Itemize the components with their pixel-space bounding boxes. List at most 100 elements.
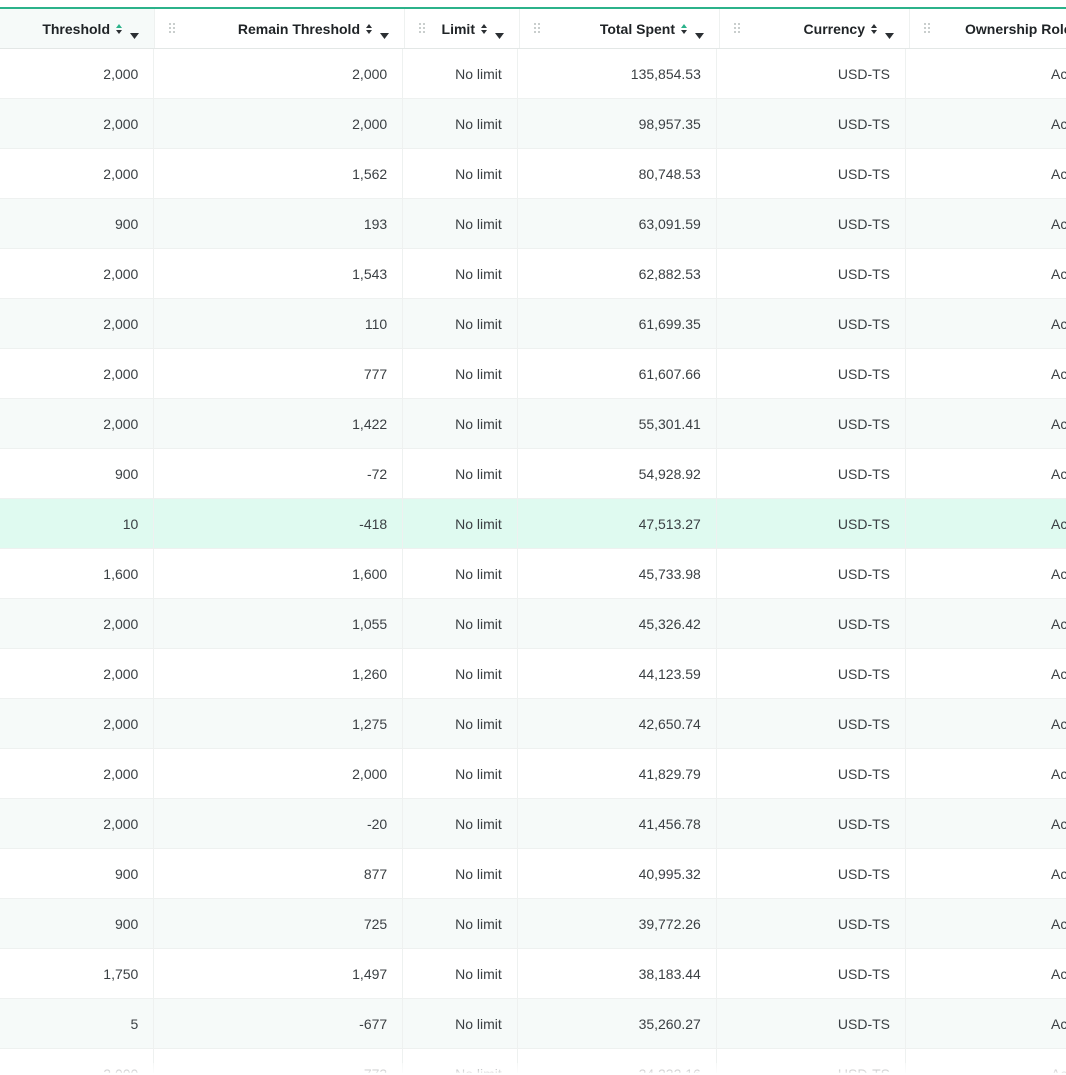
sort-icon[interactable] <box>480 23 488 35</box>
cell-limit: No limit <box>403 549 518 598</box>
table-row[interactable]: 2,000 2,000 No limit 98,957.35 USD-TS Ac <box>0 99 1066 149</box>
table-row[interactable]: 2,000 1,275 No limit 42,650.74 USD-TS Ac <box>0 699 1066 749</box>
cell-remain-threshold: 1,543 <box>154 249 404 298</box>
column-menu-chevron-icon[interactable] <box>130 26 139 39</box>
table-row[interactable]: 2,000 1,422 No limit 55,301.41 USD-TS Ac <box>0 399 1066 449</box>
cell-remain-threshold: -72 <box>154 449 404 498</box>
cell-threshold: 900 <box>0 849 155 898</box>
sort-icon[interactable] <box>365 23 373 35</box>
cell-total-spent: 61,699.35 <box>518 299 717 348</box>
column-menu-chevron-icon[interactable] <box>495 26 504 39</box>
table-row[interactable]: 2,000 2,000 No limit 135,854.53 USD-TS Ac <box>0 49 1066 99</box>
cell-remain-threshold: -20 <box>154 799 404 848</box>
cell-ownership-role: Ac <box>1051 565 1066 582</box>
cell-limit: No limit <box>403 349 518 398</box>
drag-handle-icon[interactable] <box>924 23 932 35</box>
table-row[interactable]: 2,000 2,000 No limit 41,829.79 USD-TS Ac <box>0 749 1066 799</box>
cell-threshold: 2,000 <box>0 49 155 98</box>
cell-limit: No limit <box>403 599 518 648</box>
cell-remain-threshold: 110 <box>154 299 404 348</box>
table-row[interactable]: 2,000 -20 No limit 41,456.78 USD-TS Ac <box>0 799 1066 849</box>
cell-limit: No limit <box>403 399 518 448</box>
column-header-label: Ownership Role <box>965 20 1066 37</box>
cell-limit: No limit <box>403 799 518 848</box>
table-row[interactable]: 2,000 110 No limit 61,699.35 USD-TS Ac <box>0 299 1066 349</box>
cell-ownership-role: Ac <box>1051 515 1066 532</box>
table-row[interactable]: 2,000 777 No limit 61,607.66 USD-TS Ac <box>0 349 1066 399</box>
cell-total-spent: 135,854.53 <box>518 49 717 98</box>
cell-remain-threshold: 193 <box>154 199 404 248</box>
cell-threshold: 2,000 <box>0 149 155 198</box>
table-row[interactable]: 2,000 1,543 No limit 62,882.53 USD-TS Ac <box>0 249 1066 299</box>
cell-total-spent: 45,326.42 <box>518 599 717 648</box>
cell-limit: No limit <box>403 499 518 548</box>
column-header-remain-threshold[interactable]: Remain Threshold <box>155 9 405 48</box>
table-row[interactable]: 1,750 1,497 No limit 38,183.44 USD-TS Ac <box>0 949 1066 999</box>
table-viewport[interactable]: Threshold Remain Threshold Limit Total S… <box>0 9 1066 1073</box>
drag-handle-icon[interactable] <box>734 23 742 35</box>
cell-currency: USD-TS <box>717 849 907 898</box>
sort-active-icon[interactable] <box>680 23 688 35</box>
column-header-ownership-role[interactable]: Ownership Role <box>910 9 1066 48</box>
table-row[interactable]: 1,600 1,600 No limit 45,733.98 USD-TS Ac <box>0 549 1066 599</box>
cell-remain-threshold: 2,000 <box>154 749 404 798</box>
column-header-currency[interactable]: Currency <box>720 9 910 48</box>
cell-total-spent: 40,995.32 <box>518 849 717 898</box>
table-body: 2,000 2,000 No limit 135,854.53 USD-TS Ac 2,00… <box>0 49 1066 1073</box>
column-header-total-spent[interactable]: Total Spent <box>520 9 720 48</box>
table-row[interactable]: 900 -72 No limit 54,928.92 USD-TS Ac <box>0 449 1066 499</box>
cell-total-spent: 62,882.53 <box>518 249 717 298</box>
drag-handle-icon[interactable] <box>534 23 542 35</box>
cell-limit: No limit <box>403 249 518 298</box>
table-row[interactable]: 2,000 1,260 No limit 44,123.59 USD-TS Ac <box>0 649 1066 699</box>
table-header-row: Threshold Remain Threshold Limit Total S… <box>0 9 1066 49</box>
cell-total-spent: 80,748.53 <box>518 149 717 198</box>
cell-ownership-role: Ac <box>1051 415 1066 432</box>
cell-limit: No limit <box>403 199 518 248</box>
column-header-limit[interactable]: Limit <box>405 9 520 48</box>
cell-ownership-role: Ac <box>1051 215 1066 232</box>
cell-currency: USD-TS <box>717 249 907 298</box>
cell-remain-threshold: 1,422 <box>154 399 404 448</box>
sort-active-icon[interactable] <box>115 23 123 35</box>
cell-limit: No limit <box>403 449 518 498</box>
column-header-label: Threshold <box>42 20 110 37</box>
cell-ownership-role: Ac <box>1051 165 1066 182</box>
cell-remain-threshold: 1,600 <box>154 549 404 598</box>
column-header-label: Currency <box>803 20 865 37</box>
sort-icon[interactable] <box>870 23 878 35</box>
table-row[interactable]: 900 725 No limit 39,772.26 USD-TS Ac <box>0 899 1066 949</box>
cell-limit: No limit <box>403 649 518 698</box>
cell-remain-threshold: 877 <box>154 849 404 898</box>
cell-ownership-role: Ac <box>1051 765 1066 782</box>
cell-currency: USD-TS <box>717 899 907 948</box>
cell-threshold: 1,750 <box>0 949 155 998</box>
column-menu-chevron-icon[interactable] <box>695 26 704 39</box>
table-row[interactable]: 2,000 1,055 No limit 45,326.42 USD-TS Ac <box>0 599 1066 649</box>
column-header-threshold[interactable]: Threshold <box>0 9 155 48</box>
column-menu-chevron-icon[interactable] <box>380 26 389 39</box>
cell-limit: No limit <box>403 949 518 998</box>
column-menu-chevron-icon[interactable] <box>885 26 894 39</box>
cell-threshold: 2,000 <box>0 599 155 648</box>
cell-total-spent: 55,301.41 <box>518 399 717 448</box>
column-header-label: Total Spent <box>599 20 675 37</box>
table-row[interactable]: 900 193 No limit 63,091.59 USD-TS Ac <box>0 199 1066 249</box>
cell-remain-threshold: 1,260 <box>154 649 404 698</box>
table-row[interactable]: 10 -418 No limit 47,513.27 USD-TS Ac <box>0 499 1066 549</box>
table-row[interactable]: 5 -677 No limit 35,260.27 USD-TS Ac <box>0 999 1066 1049</box>
drag-handle-icon[interactable] <box>419 23 427 35</box>
cell-limit: No limit <box>403 749 518 798</box>
cell-ownership-role: Ac <box>1051 815 1066 832</box>
cell-remain-threshold: -418 <box>154 499 404 548</box>
table-row[interactable]: 900 877 No limit 40,995.32 USD-TS Ac <box>0 849 1066 899</box>
cell-currency: USD-TS <box>717 449 907 498</box>
cell-threshold: 2,000 <box>0 249 155 298</box>
cell-threshold: 2,000 <box>0 649 155 698</box>
cell-ownership-role: Ac <box>1051 1015 1066 1032</box>
cell-currency: USD-TS <box>717 99 907 148</box>
column-header-label: Remain Threshold <box>237 20 360 37</box>
cell-threshold: 10 <box>0 499 155 548</box>
drag-handle-icon[interactable] <box>169 23 177 35</box>
table-row[interactable]: 2,000 1,562 No limit 80,748.53 USD-TS Ac <box>0 149 1066 199</box>
